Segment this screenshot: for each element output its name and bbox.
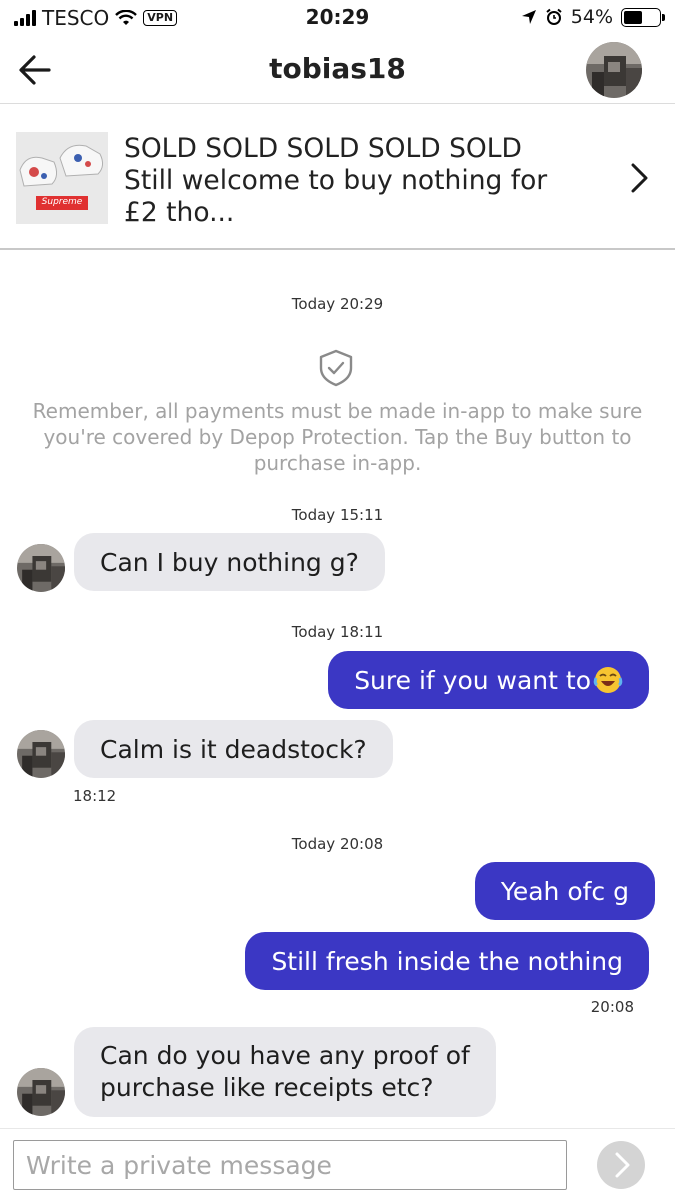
alarm-icon: [546, 8, 562, 25]
status-right: 54%: [521, 6, 665, 28]
date-separator: Today 18:11: [291, 623, 384, 641]
avatar-photo: [586, 42, 642, 98]
message-bubble-incoming[interactable]: Calm is it deadstock?: [74, 720, 393, 778]
battery-icon: [621, 7, 665, 27]
message-text: Still fresh inside the nothing: [271, 946, 623, 976]
avatar[interactable]: [17, 1068, 65, 1116]
message-text: Yeah ofc g: [500, 876, 629, 906]
message-text: Calm is it deadstock?: [100, 734, 367, 764]
listing-line-3: £2 tho...: [124, 197, 235, 228]
battery-percent: 54%: [570, 6, 613, 28]
date-separator: Today 20:08: [291, 835, 384, 853]
message-text-line-1: Can do you have any proof of: [100, 1041, 470, 1070]
thumb-brand-label: Supreme: [41, 197, 83, 207]
shield-check-icon: [319, 349, 353, 387]
send-button[interactable]: [597, 1141, 645, 1189]
message-bubble-outgoing[interactable]: Sure if you want to: [328, 651, 649, 709]
message-text-line-2: purchase like receipts etc?: [100, 1073, 434, 1102]
avatar[interactable]: [586, 42, 642, 98]
message-bubble-incoming[interactable]: Can do you have any proof of purchase li…: [74, 1027, 496, 1117]
message-text: Sure if you want to: [354, 665, 591, 695]
chat-header: tobias18: [0, 36, 675, 104]
avatar-photo: [17, 730, 65, 778]
listing-line-2: Still welcome to buy nothing for: [124, 165, 548, 196]
avatar[interactable]: [17, 544, 65, 592]
message-time: 18:12: [73, 787, 117, 805]
message-bubble-incoming[interactable]: Can I buy nothing g?: [74, 533, 385, 591]
laughing-emoji-icon: [593, 667, 623, 693]
listing-line-1: SOLD SOLD SOLD SOLD SOLD: [124, 133, 522, 164]
message-bubble-outgoing[interactable]: Yeah ofc g: [474, 862, 655, 920]
listing-title: SOLD SOLD SOLD SOLD SOLD Still welcome t…: [124, 133, 624, 229]
listing-thumbnail: Supreme: [16, 132, 108, 224]
listing-summary[interactable]: Supreme SOLD SOLD SOLD SOLD SOLD Still w…: [0, 105, 675, 250]
date-separator: Today 15:11: [291, 506, 384, 524]
message-bubble-outgoing[interactable]: Still fresh inside the nothing: [245, 932, 649, 990]
avatar-photo: [17, 544, 65, 592]
battery-fill: [624, 10, 643, 24]
page-title: tobias18: [269, 52, 406, 85]
chevron-right-icon[interactable]: [629, 161, 651, 195]
location-icon: [521, 10, 536, 24]
status-bar: TESCO VPN 20:29 54%: [0, 0, 675, 36]
protection-notice: Remember, all payments must be made in-a…: [32, 399, 643, 475]
message-time: 20:08: [590, 998, 634, 1016]
avatar[interactable]: [17, 730, 65, 778]
avatar-photo: [17, 1068, 65, 1116]
date-separator: Today 20:29: [291, 295, 384, 313]
sneaker-image: [16, 132, 108, 224]
message-text: Can I buy nothing g?: [100, 547, 359, 577]
chevron-right-icon: [615, 1152, 630, 1178]
message-composer: [0, 1128, 675, 1200]
message-input[interactable]: [13, 1140, 567, 1190]
